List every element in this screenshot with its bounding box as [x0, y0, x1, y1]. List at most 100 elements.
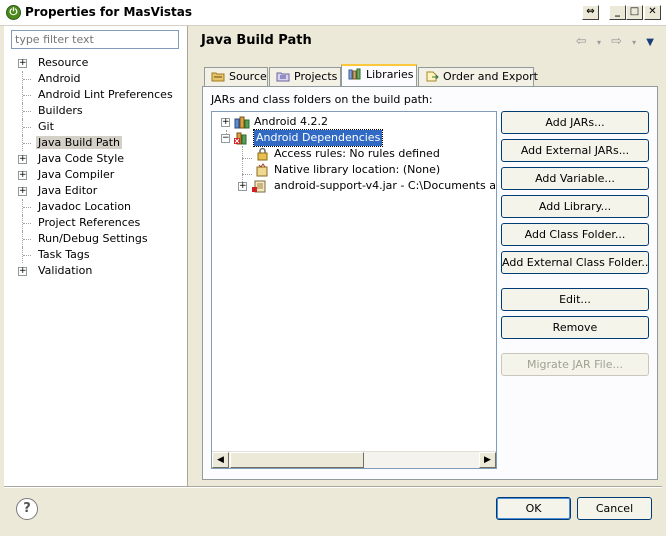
tab-order-and-export[interactable]: Order and Export: [418, 67, 538, 86]
window-title: Properties for MasVistas: [25, 5, 192, 19]
sidebar-item-validation[interactable]: + Validation: [14, 263, 186, 279]
tree-row-android-422[interactable]: + Android 4.2.2: [212, 114, 496, 130]
sidebar-item-label: Java Build Path: [36, 136, 123, 149]
horizontal-scrollbar[interactable]: ◀ ▶: [212, 451, 496, 468]
sidebar-item-javadoc-location[interactable]: Javadoc Location: [14, 199, 186, 215]
forward-arrow-icon[interactable]: ⇨: [611, 34, 622, 49]
sidebar-item-java-editor[interactable]: + Java Editor: [14, 183, 186, 199]
expand-icon[interactable]: +: [18, 59, 27, 68]
dialog-body: + Resource Android Android Lint Preferences…: [0, 26, 666, 536]
page-title: Java Build Path: [201, 33, 312, 48]
order-export-icon: [426, 71, 439, 82]
selected-library-label: Android Dependencies: [252, 129, 384, 147]
scroll-right-icon[interactable]: ▶: [479, 452, 496, 468]
back-dropdown-icon[interactable]: ▾: [597, 38, 601, 47]
jar-file-icon: [252, 180, 266, 193]
sidebar-item-resource[interactable]: + Resource: [14, 55, 186, 71]
library-tree[interactable]: + Android 4.2.2 − Android Dependencies A…: [211, 111, 497, 469]
tree-guide: [22, 215, 34, 231]
libraries-icon: [348, 68, 361, 80]
sidebar-item-label: Android Lint Preferences: [38, 88, 173, 101]
expand-icon[interactable]: +: [18, 267, 27, 276]
tree-guide: [22, 135, 34, 151]
sidebar-item-java-build-path[interactable]: Java Build Path: [14, 135, 186, 151]
sidebar-item-project-references[interactable]: Project References: [14, 215, 186, 231]
sidebar-item-java-compiler[interactable]: + Java Compiler: [14, 167, 186, 183]
native-library-icon: [256, 163, 268, 177]
scroll-left-icon[interactable]: ◀: [212, 452, 229, 468]
tree-guide: [22, 231, 34, 247]
restore-size-button[interactable]: ⇔: [582, 5, 599, 20]
forward-dropdown-icon[interactable]: ▾: [632, 38, 636, 47]
sidebar-item-android[interactable]: Android: [14, 71, 186, 87]
projects-icon: [276, 72, 290, 82]
sidebar-item-android-lint-preferences[interactable]: Android Lint Preferences: [14, 87, 186, 103]
page-nav: ⇦ ▾ ⇨ ▾ ▼: [570, 34, 654, 49]
tree-guide: [22, 247, 34, 263]
sidebar-item-label: Git: [38, 120, 54, 133]
section-label: JARs and class folders on the build path…: [211, 93, 433, 106]
expand-icon[interactable]: +: [221, 118, 230, 127]
tab-source[interactable]: Source: [204, 67, 268, 86]
library-container-icon: [234, 116, 250, 129]
sidebar-item-java-code-style[interactable]: + Java Code Style: [14, 151, 186, 167]
sidebar-item-label: Java Compiler: [38, 168, 115, 181]
tree-guide: [22, 87, 34, 103]
sidebar-item-label: Javadoc Location: [38, 200, 132, 213]
title-bar: ⏻ Properties for MasVistas ⇔ _ □ ✕: [0, 0, 666, 26]
sidebar-item-label: Java Code Style: [38, 152, 125, 165]
tree-row-android-dependencies[interactable]: − Android Dependencies: [212, 129, 496, 147]
ok-button[interactable]: OK: [496, 497, 571, 520]
migrate-jar-button: Migrate JAR File...: [501, 353, 649, 376]
expand-icon[interactable]: +: [18, 155, 27, 164]
minimize-button[interactable]: _: [609, 5, 626, 20]
tree-row-support-jar[interactable]: + android-support-v4.jar - C:\Documents …: [212, 178, 496, 194]
sidebar-item-task-tags[interactable]: Task Tags: [14, 247, 186, 263]
sidebar-item-builders[interactable]: Builders: [14, 103, 186, 119]
cancel-button[interactable]: Cancel: [577, 497, 652, 520]
access-rules-icon: [257, 147, 268, 161]
tree-row-access-rules[interactable]: Access rules: No rules defined: [212, 146, 496, 162]
add-jars-button[interactable]: Add JARs...: [501, 111, 649, 134]
expand-icon[interactable]: +: [238, 182, 247, 191]
remove-button[interactable]: Remove: [501, 316, 649, 339]
sidebar-item-label: Validation: [38, 264, 93, 277]
expand-icon[interactable]: +: [18, 171, 27, 180]
category-tree: + Resource Android Android Lint Preferences…: [14, 55, 186, 279]
tree-row-native-library[interactable]: Native library location: (None): [212, 162, 496, 178]
expand-icon[interactable]: +: [18, 187, 27, 196]
property-page: Java Build Path ⇦ ▾ ⇨ ▾ ▼ Source Project…: [190, 26, 662, 486]
view-menu-icon[interactable]: ▼: [646, 37, 654, 48]
tree-guide: [22, 199, 34, 215]
libraries-panel: JARs and class folders on the build path…: [202, 86, 658, 480]
sidebar-item-label: Resource: [38, 56, 89, 69]
close-button[interactable]: ✕: [644, 5, 661, 20]
sidebar-item-label: Project References: [38, 216, 141, 229]
maximize-button[interactable]: □: [626, 5, 643, 20]
add-library-button[interactable]: Add Library...: [501, 195, 649, 218]
tab-projects[interactable]: Projects: [269, 67, 341, 86]
tree-guide: [22, 103, 34, 119]
category-pane: + Resource Android Android Lint Preferences…: [4, 26, 188, 486]
help-icon[interactable]: ?: [16, 498, 38, 520]
back-arrow-icon[interactable]: ⇦: [576, 34, 587, 49]
sidebar-item-label: Android: [38, 72, 81, 85]
add-external-class-folder-button[interactable]: Add External Class Folder...: [501, 251, 649, 274]
footer-separator: [4, 486, 662, 488]
collapse-icon[interactable]: −: [221, 134, 230, 143]
sidebar-item-label: Java Editor: [38, 184, 98, 197]
sidebar-item-label: Task Tags: [38, 248, 90, 261]
add-external-jars-button[interactable]: Add External JARs...: [501, 139, 649, 162]
eclipse-app-icon: ⏻: [6, 5, 21, 20]
sidebar-item-label: Builders: [38, 104, 83, 117]
filter-input[interactable]: [11, 30, 179, 49]
scroll-thumb[interactable]: [230, 452, 364, 468]
tab-libraries[interactable]: Libraries: [341, 64, 417, 86]
edit-button[interactable]: Edit...: [501, 288, 649, 311]
add-class-folder-button[interactable]: Add Class Folder...: [501, 223, 649, 246]
add-variable-button[interactable]: Add Variable...: [501, 167, 649, 190]
sidebar-item-run-debug-settings[interactable]: Run/Debug Settings: [14, 231, 186, 247]
tree-guide: [22, 119, 34, 135]
sidebar-item-git[interactable]: Git: [14, 119, 186, 135]
source-folder-icon: [211, 72, 225, 82]
